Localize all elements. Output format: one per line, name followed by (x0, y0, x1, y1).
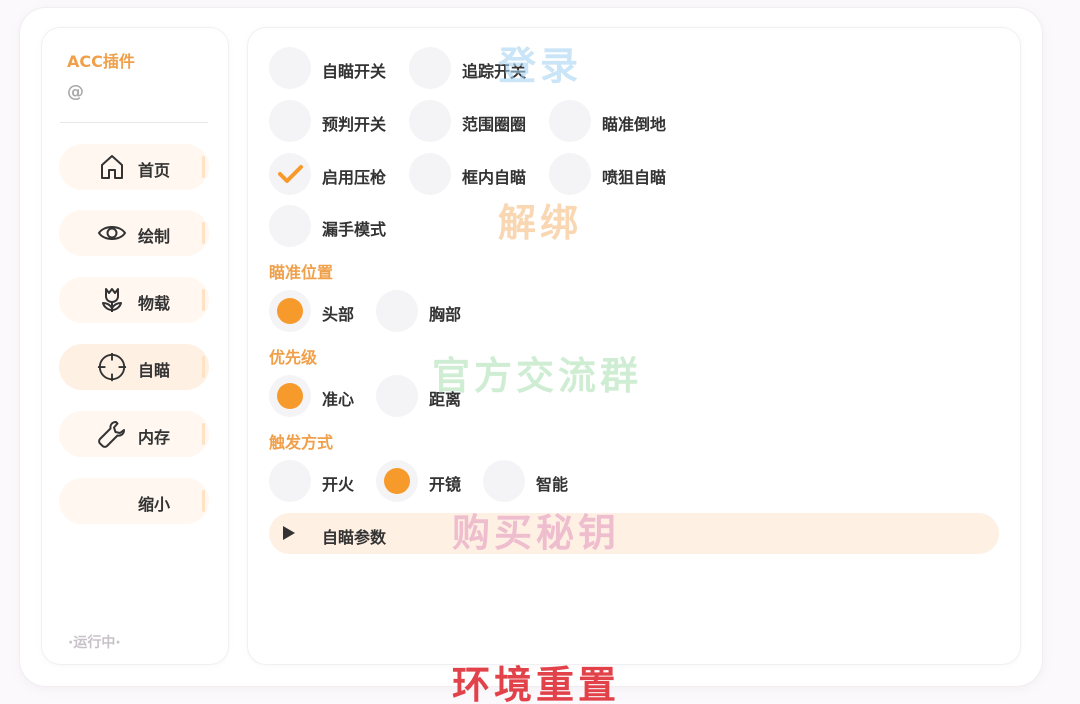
tulip-icon (97, 285, 127, 315)
toggle-label: 自瞄开关 (322, 62, 387, 81)
radio-circle[interactable] (269, 375, 311, 417)
radio-priority-crosshair[interactable]: 准心 (269, 375, 376, 417)
checkbox-circle[interactable] (409, 47, 451, 89)
sidebar-item-minimize[interactable]: 缩小 (59, 478, 209, 524)
toggle-label: 框内自瞄 (462, 168, 527, 187)
toggle-label: 追踪开关 (462, 62, 527, 81)
sidebar-item-label: 绘制 (138, 227, 171, 246)
checkbox-circle[interactable] (409, 153, 451, 195)
radio-circle[interactable] (483, 460, 525, 502)
wrench-icon (97, 419, 127, 449)
radio-circle[interactable] (376, 375, 418, 417)
radio-aim-chest[interactable]: 胸部 (376, 290, 483, 332)
toggle-tracking[interactable]: 追踪开关 (409, 47, 549, 89)
toggle-label: 启用压枪 (322, 168, 387, 187)
toggle-aim-downed[interactable]: 瞄准倒地 (549, 100, 689, 142)
radio-dot (384, 468, 410, 494)
radio-aim-head[interactable]: 头部 (269, 290, 376, 332)
radio-dot (277, 298, 303, 324)
toggle-in-box-aim[interactable]: 框内自瞄 (409, 153, 549, 195)
priority-label: 优先级 (269, 348, 318, 367)
checkbox-circle[interactable] (269, 100, 311, 142)
toggle-leak-hand-mode[interactable]: 漏手模式 (269, 205, 409, 247)
toggle-label: 瞄准倒地 (602, 115, 667, 134)
toggle-prediction[interactable]: 预判开关 (269, 100, 409, 142)
app-title: ACC插件 (67, 52, 135, 71)
checkbox-circle[interactable] (269, 47, 311, 89)
sidebar-item-aimbot[interactable]: 自瞄 (59, 344, 209, 390)
radio-trigger-smart[interactable]: 智能 (483, 460, 590, 502)
toggle-label: 喷狙自瞄 (602, 168, 667, 187)
sidebar-item-items[interactable]: 物载 (59, 277, 209, 323)
sidebar-item-label: 物载 (138, 294, 171, 313)
radio-circle[interactable] (269, 290, 311, 332)
sidebar-item-indicator (202, 156, 205, 178)
radio-trigger-scope[interactable]: 开镜 (376, 460, 483, 502)
sidebar-item-draw[interactable]: 绘制 (59, 210, 209, 256)
radio-dot (277, 383, 303, 409)
aim-position-label: 瞄准位置 (269, 263, 334, 282)
checkbox-circle[interactable] (409, 100, 451, 142)
trigger-label: 触发方式 (269, 433, 334, 452)
radio-label: 开镜 (429, 475, 462, 494)
toggle-label: 漏手模式 (322, 220, 387, 239)
checkbox-circle[interactable] (549, 100, 591, 142)
status-text: ·运行中· (68, 635, 121, 651)
checkmark-icon (278, 165, 303, 183)
sidebar-item-indicator (202, 490, 205, 512)
toggle-label: 范围圈圈 (462, 115, 527, 134)
radio-circle[interactable] (376, 290, 418, 332)
sidebar-item-indicator (202, 356, 205, 378)
checkbox-circle[interactable] (269, 205, 311, 247)
sidebar-divider (60, 122, 208, 123)
toggle-aimbot[interactable]: 自瞄开关 (269, 47, 409, 89)
sidebar-item-indicator (202, 423, 205, 445)
toggle-label: 预判开关 (322, 115, 387, 134)
toggle-range-circle[interactable]: 范围圈圈 (409, 100, 549, 142)
radio-label: 开火 (322, 475, 355, 494)
radio-label: 智能 (536, 475, 569, 494)
radio-circle[interactable] (269, 460, 311, 502)
radio-label: 头部 (322, 305, 355, 324)
sidebar-item-label: 自瞄 (138, 361, 171, 380)
sidebar: ACC插件 @ 首页 绘制 物载 自瞄 内存 缩小 ·运行中· (42, 28, 228, 664)
sidebar-item-label: 缩小 (138, 495, 171, 514)
sidebar-item-home[interactable]: 首页 (59, 144, 209, 190)
crosshair-icon (97, 352, 127, 382)
sidebar-item-memory[interactable]: 内存 (59, 411, 209, 457)
checkbox-circle[interactable] (269, 153, 311, 195)
eye-icon (97, 218, 127, 248)
sidebar-item-label: 首页 (138, 161, 171, 180)
sidebar-item-indicator (202, 222, 205, 244)
sidebar-item-label: 内存 (138, 428, 171, 447)
app-at-symbol: @ (67, 82, 84, 102)
radio-label: 准心 (322, 390, 355, 409)
home-icon (97, 152, 127, 182)
toggle-shotgun-sniper-aim[interactable]: 喷狙自瞄 (549, 153, 689, 195)
collapse-label: 自瞄参数 (322, 528, 387, 547)
checkbox-circle[interactable] (549, 153, 591, 195)
radio-circle[interactable] (376, 460, 418, 502)
aimbot-params-collapse[interactable]: 自瞄参数 (269, 513, 999, 554)
radio-priority-distance[interactable]: 距离 (376, 375, 483, 417)
play-arrow-icon (283, 526, 295, 540)
toggle-recoil-control[interactable]: 启用压枪 (269, 153, 409, 195)
radio-label: 胸部 (429, 305, 462, 324)
radio-trigger-fire[interactable]: 开火 (269, 460, 376, 502)
radio-label: 距离 (429, 390, 462, 409)
sidebar-item-indicator (202, 289, 205, 311)
